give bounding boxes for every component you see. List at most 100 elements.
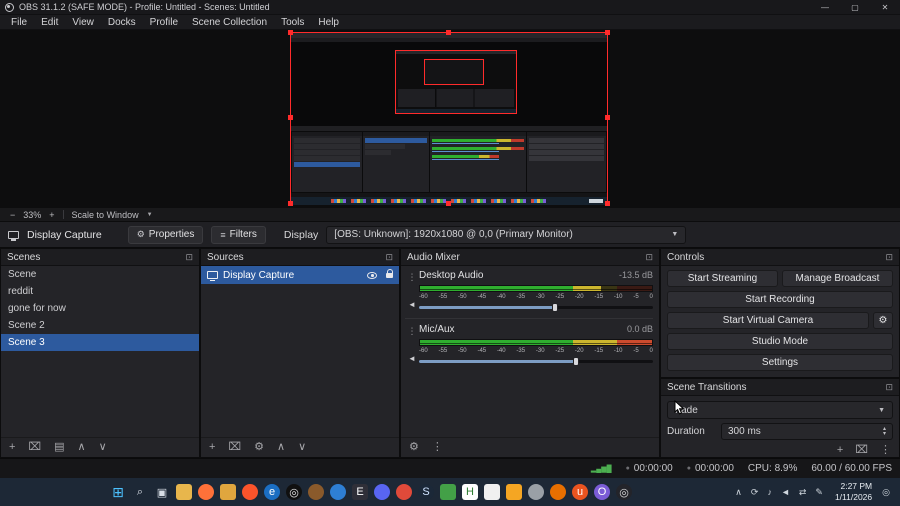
tray-chevron-icon[interactable]: ∧ <box>735 487 742 497</box>
resize-handle[interactable] <box>288 201 293 206</box>
remove-scene-button[interactable]: ⌧ <box>28 442 41 453</box>
discord-icon[interactable] <box>374 484 390 500</box>
resize-handle[interactable] <box>288 115 293 120</box>
settings-button[interactable]: Settings <box>667 354 893 371</box>
paw-app-icon[interactable] <box>308 484 324 500</box>
move-scene-down-button[interactable]: ∨ <box>99 442 107 453</box>
source-item-display-capture[interactable]: Display Capture <box>201 266 399 284</box>
resize-handle[interactable] <box>446 201 451 206</box>
lock-icon[interactable] <box>386 268 393 278</box>
start-button[interactable]: ⊞ <box>110 484 126 500</box>
pen-tray-icon[interactable]: ✎ <box>815 487 823 497</box>
manage-broadcast-button[interactable]: Manage Broadcast <box>782 270 893 287</box>
volume-slider-handle[interactable] <box>551 303 558 312</box>
maximize-button[interactable]: ▢ <box>840 0 870 14</box>
steam-icon[interactable]: S <box>418 484 434 500</box>
visibility-eye-icon[interactable] <box>367 271 377 279</box>
dock-popout-icon[interactable]: ⊡ <box>645 252 653 263</box>
mixer-dock-header[interactable]: Audio Mixer ⊡ <box>401 249 659 266</box>
firefox-icon[interactable] <box>198 484 214 500</box>
preview-source-capture[interactable] <box>288 30 610 206</box>
menu-help[interactable]: Help <box>311 17 346 28</box>
resize-handle[interactable] <box>605 201 610 206</box>
sources-dock-header[interactable]: Sources ⊡ <box>201 249 399 266</box>
menu-tools[interactable]: Tools <box>274 17 311 28</box>
transition-select[interactable]: Fade ▼ <box>667 401 893 419</box>
move-scene-up-button[interactable]: ∧ <box>78 442 86 453</box>
h-app-icon[interactable]: H <box>462 484 478 500</box>
stepper-down-icon[interactable]: ▾ <box>883 431 886 437</box>
media-tray-icon[interactable]: ♪ <box>767 487 772 497</box>
scene-filters-button[interactable]: ▤ <box>54 442 64 453</box>
resize-handle[interactable] <box>605 115 610 120</box>
controls-dock-header[interactable]: Controls ⊡ <box>661 249 899 266</box>
add-scene-button[interactable]: + <box>9 442 15 453</box>
task-view-icon[interactable]: ▣ <box>154 484 170 500</box>
network-tray-icon[interactable]: ⇄ <box>799 487 807 497</box>
start-virtual-camera-button[interactable]: Start Virtual Camera <box>667 312 869 329</box>
scene-item[interactable]: reddit <box>1 283 199 300</box>
minimize-button[interactable]: — <box>810 0 840 14</box>
channel-menu-icon[interactable]: ⋮ <box>408 326 417 337</box>
gray-app-icon[interactable] <box>528 484 544 500</box>
dock-popout-icon[interactable]: ⊡ <box>885 382 893 393</box>
move-source-up-button[interactable]: ∧ <box>277 442 285 453</box>
dock-popout-icon[interactable]: ⊡ <box>885 252 893 263</box>
epic-games-icon[interactable]: E <box>352 484 368 500</box>
menu-scene-collection[interactable]: Scene Collection <box>185 17 274 28</box>
zoom-out-button[interactable]: − <box>10 210 15 220</box>
sync-tray-icon[interactable]: ⟳ <box>751 487 759 497</box>
channel-menu-icon[interactable]: ⋮ <box>408 272 417 283</box>
obs-icon[interactable]: ◎ <box>286 484 302 500</box>
speaker-icon[interactable]: ◄ <box>408 300 416 309</box>
folder-icon[interactable] <box>220 484 236 500</box>
obs-tray-icon[interactable]: ◎ <box>616 484 632 500</box>
start-streaming-button[interactable]: Start Streaming <box>667 270 778 287</box>
menu-edit[interactable]: Edit <box>34 17 65 28</box>
scene-item[interactable]: Scene <box>1 266 199 283</box>
filters-button[interactable]: ≡ Filters <box>211 225 266 244</box>
resize-handle[interactable] <box>605 30 610 35</box>
green-app-icon[interactable] <box>440 484 456 500</box>
remove-transition-button[interactable]: ⌧ <box>855 445 868 456</box>
mixer-menu-button[interactable]: ⋮ <box>432 442 443 453</box>
source-properties-button[interactable]: ⚙ <box>254 442 264 453</box>
volume-slider[interactable] <box>419 302 653 313</box>
virtual-camera-settings-button[interactable]: ⚙ <box>873 312 893 329</box>
dock-popout-icon[interactable]: ⊡ <box>185 252 193 263</box>
volume-slider[interactable] <box>419 356 653 367</box>
zoom-in-button[interactable]: + <box>49 210 54 220</box>
taskbar-clock[interactable]: 2:27 PM 1/11/2026 <box>835 481 872 502</box>
edge-icon[interactable]: e <box>264 484 280 500</box>
menu-profile[interactable]: Profile <box>143 17 185 28</box>
speaker-icon[interactable]: ◄ <box>408 354 416 363</box>
ubuntu-icon[interactable]: u <box>572 484 588 500</box>
scene-item[interactable]: Scene 2 <box>1 317 199 334</box>
resize-handle[interactable] <box>288 30 293 35</box>
file-explorer-icon[interactable] <box>176 484 192 500</box>
lightning-app-icon[interactable] <box>506 484 522 500</box>
volume-tray-icon[interactable]: ◄ <box>781 487 790 497</box>
studio-mode-button[interactable]: Studio Mode <box>667 333 893 350</box>
menu-file[interactable]: File <box>4 17 34 28</box>
resize-handle[interactable] <box>446 30 451 35</box>
purple-app-icon[interactable]: O <box>594 484 610 500</box>
properties-button[interactable]: ⚙ Properties <box>127 225 204 244</box>
scene-item[interactable]: gone for now <box>1 300 199 317</box>
menu-view[interactable]: View <box>65 17 101 28</box>
dock-popout-icon[interactable]: ⊡ <box>385 252 393 263</box>
advanced-audio-button[interactable]: ⚙ <box>409 442 419 453</box>
transition-menu-button[interactable]: ⋮ <box>880 445 891 456</box>
scenes-dock-header[interactable]: Scenes ⊡ <box>1 249 199 266</box>
move-source-down-button[interactable]: ∨ <box>298 442 306 453</box>
java-app-icon[interactable] <box>550 484 566 500</box>
scale-mode-label[interactable]: Scale to Window <box>72 210 139 220</box>
globe-app-icon[interactable] <box>330 484 346 500</box>
add-source-button[interactable]: + <box>209 442 215 453</box>
notification-bell-icon[interactable]: ◎ <box>882 487 890 498</box>
flame-app-icon[interactable] <box>396 484 412 500</box>
add-transition-button[interactable]: + <box>837 445 843 456</box>
brave-icon[interactable] <box>242 484 258 500</box>
duration-input[interactable]: 300 ms ▴ ▾ <box>721 423 893 440</box>
search-icon[interactable]: ⌕ <box>132 484 148 500</box>
